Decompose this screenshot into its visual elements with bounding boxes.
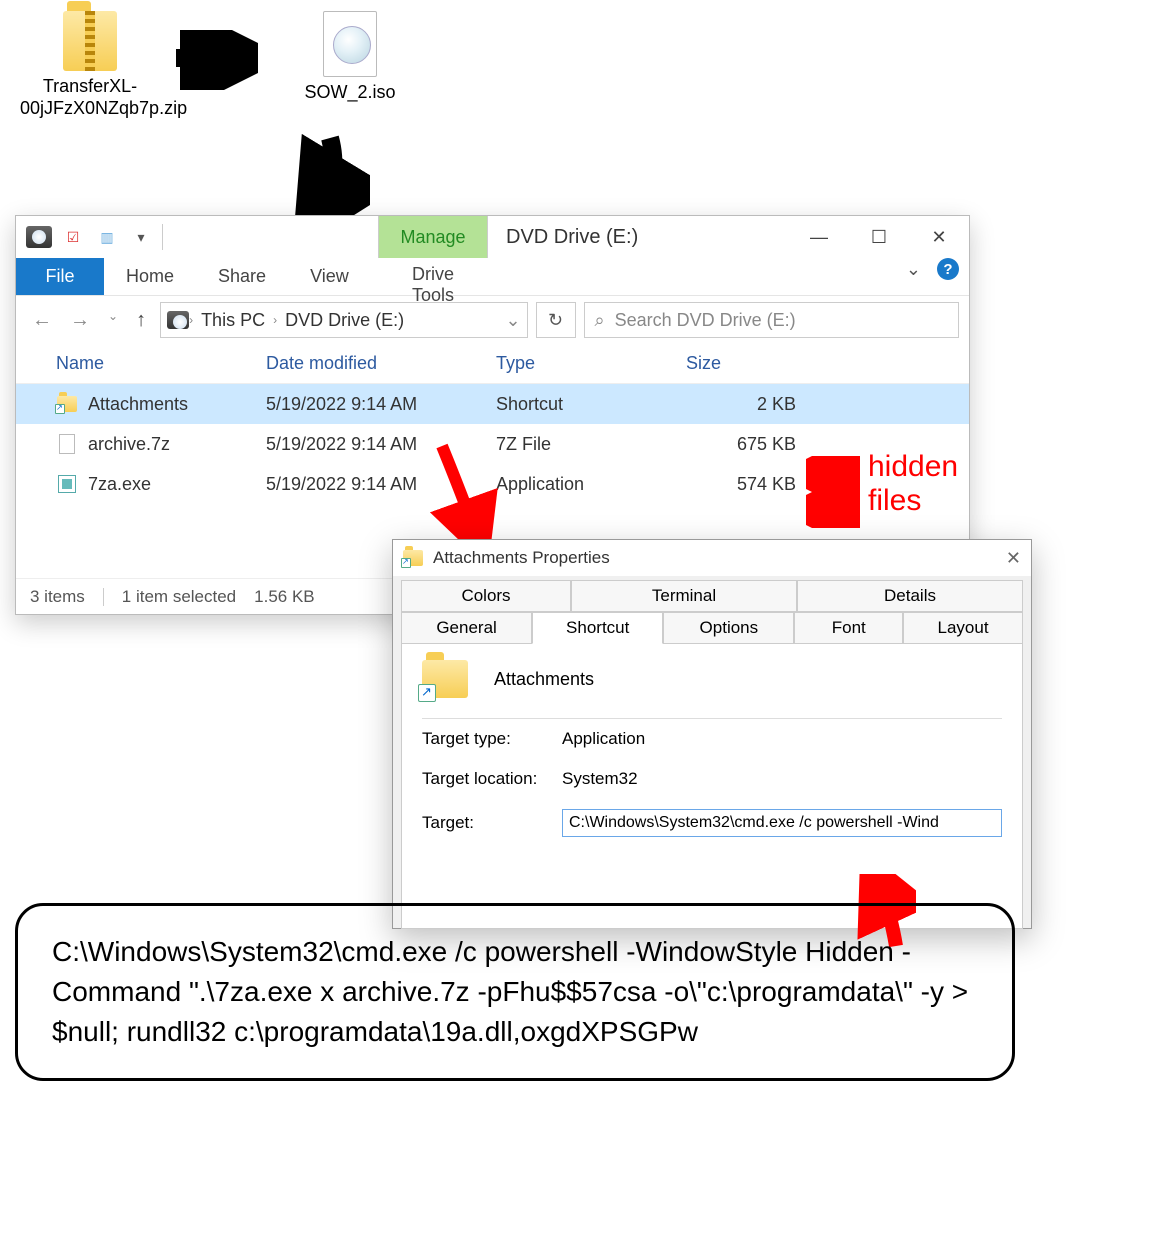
search-input[interactable]: ⌕ Search DVD Drive (E:) [584,302,959,338]
file-size: 675 KB [686,434,796,455]
file-size: 574 KB [686,474,796,495]
nav-up-icon[interactable]: ↑ [136,309,146,332]
iso-file-label: SOW_2.iso [280,81,420,103]
status-item-count: 3 items [30,587,85,607]
refresh-button[interactable]: ↻ [536,302,576,338]
address-dropdown-icon[interactable]: ⌄ [505,310,520,331]
status-divider [103,588,104,606]
zip-file-icon[interactable]: TransferXL-00jJFzX0NZqb7p.zip [20,5,160,119]
value-target-location: System32 [562,769,638,789]
file-size: 2 KB [686,394,796,415]
maximize-button[interactable]: ☐ [849,216,909,258]
help-icon[interactable]: ? [937,258,959,280]
file-row-attachments[interactable]: Attachments 5/19/2022 9:14 AM Shortcut 2… [16,384,969,424]
annotation-hidden-files: hidden files [868,450,958,518]
label-target-type: Target type: [422,729,562,749]
drive-icon [26,224,52,250]
iso-file-icon[interactable]: SOW_2.iso [280,11,420,103]
close-button[interactable]: ✕ [1006,548,1021,569]
nav-recent-icon[interactable]: ⌄ [108,309,118,332]
file-name: Attachments [88,394,266,415]
nav-back-icon[interactable]: ← [32,309,52,332]
file-type: 7Z File [496,434,686,455]
column-date[interactable]: Date modified [266,353,496,374]
annotation-arrow-icon [430,440,510,550]
tab-colors[interactable]: Colors [401,580,571,612]
search-placeholder: Search DVD Drive (E:) [615,310,796,331]
value-target-type: Application [562,729,645,749]
minimize-button[interactable]: — [789,216,849,258]
properties-titlebar: Attachments Properties ✕ [393,540,1031,576]
column-size[interactable]: Size [686,353,796,374]
file-date: 5/19/2022 9:14 AM [266,394,496,415]
file-icon [56,433,78,455]
file-type: Application [496,474,686,495]
tab-file[interactable]: File [16,258,104,295]
properties-title: Attachments Properties [433,548,610,568]
tab-options[interactable]: Options [663,612,794,644]
breadcrumb-leaf[interactable]: DVD Drive (E:) [277,310,412,331]
tab-general[interactable]: General [401,612,532,644]
breadcrumb-root[interactable]: This PC [193,310,273,331]
tab-details[interactable]: Details [797,580,1023,612]
qat-new-folder-icon[interactable]: ▥ [94,224,120,250]
application-icon [56,473,78,495]
zip-file-label: TransferXL-00jJFzX0NZqb7p.zip [20,75,160,119]
search-icon: ⌕ [595,310,605,331]
shortcut-folder-icon [422,660,468,698]
label-target-location: Target location: [422,769,562,789]
column-type[interactable]: Type [496,353,686,374]
ribbon-expand-icon[interactable]: ⌄ [906,259,921,280]
flow-arrow-icon [168,30,258,90]
file-type: Shortcut [496,394,686,415]
tab-home[interactable]: Home [104,258,196,295]
qat-properties-icon[interactable]: ☑ [60,224,86,250]
disc-icon [323,11,377,77]
properties-name: Attachments [494,669,594,690]
qat-divider [162,224,164,250]
tab-drive-tools[interactable]: Drive Tools [378,258,488,312]
status-selected-size: 1.56 KB [254,587,315,607]
window-title: DVD Drive (E:) [506,226,638,249]
column-name[interactable]: Name [56,353,266,374]
annotation-arrow-icon [806,492,866,528]
nav-forward-icon[interactable]: → [70,309,90,332]
shortcut-folder-icon [56,393,78,415]
zip-folder-icon [63,11,117,71]
address-drive-icon [167,311,189,329]
tab-font[interactable]: Font [794,612,903,644]
full-command-text: C:\Windows\System32\cmd.exe /c powershel… [15,903,1015,1081]
tab-terminal[interactable]: Terminal [571,580,797,612]
status-selected: 1 item selected [122,587,236,607]
tab-share[interactable]: Share [196,258,288,295]
titlebar: ☑ ▥ ▾ Manage DVD Drive (E:) — ☐ ✕ [16,216,969,258]
file-name: 7za.exe [88,474,266,495]
file-name: archive.7z [88,434,266,455]
qat-customize-icon[interactable]: ▾ [128,224,154,250]
tab-view[interactable]: View [288,258,371,295]
tab-layout[interactable]: Layout [903,612,1023,644]
ribbon-contextual-manage[interactable]: Manage [378,216,488,258]
close-button[interactable]: ✕ [909,216,969,258]
shortcut-folder-icon [403,550,423,566]
tab-shortcut[interactable]: Shortcut [532,612,663,644]
properties-dialog: Attachments Properties ✕ Colors Terminal… [392,539,1032,929]
label-target: Target: [422,813,562,833]
annotation-arrow-icon [806,456,866,492]
target-input[interactable] [562,809,1002,837]
column-headers: Name Date modified Type Size [16,344,969,384]
